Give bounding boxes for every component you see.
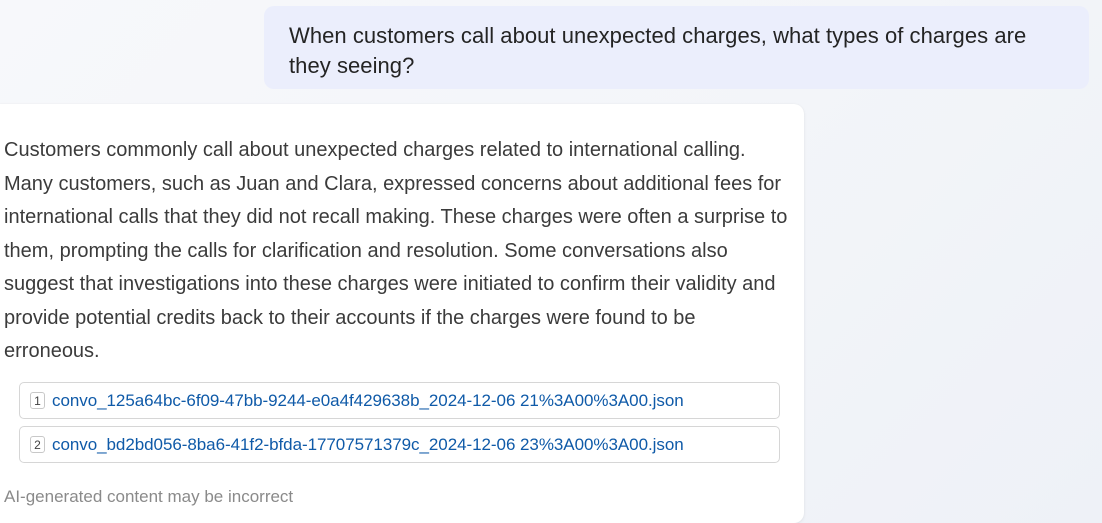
citation-filename[interactable]: convo_125a64bc-6f09-47bb-9244-e0a4f42963… xyxy=(52,391,684,411)
citation-number-badge: 2 xyxy=(30,436,45,453)
citation-link-1[interactable]: 1 convo_125a64bc-6f09-47bb-9244-e0a4f429… xyxy=(19,382,780,419)
chat-view: When customers call about unexpected cha… xyxy=(0,0,1102,523)
user-message-text: When customers call about unexpected cha… xyxy=(289,23,1027,78)
citation-number-badge: 1 xyxy=(30,392,45,409)
ai-disclaimer: AI-generated content may be incorrect xyxy=(4,487,294,506)
user-message-bubble: When customers call about unexpected cha… xyxy=(264,6,1089,89)
citation-link-2[interactable]: 2 convo_bd2bd056-8ba6-41f2-bfda-17707571… xyxy=(19,426,780,463)
assistant-message-text: Customers commonly call about unexpected… xyxy=(4,139,788,362)
citation-filename[interactable]: convo_bd2bd056-8ba6-41f2-bfda-1770757137… xyxy=(52,435,684,455)
